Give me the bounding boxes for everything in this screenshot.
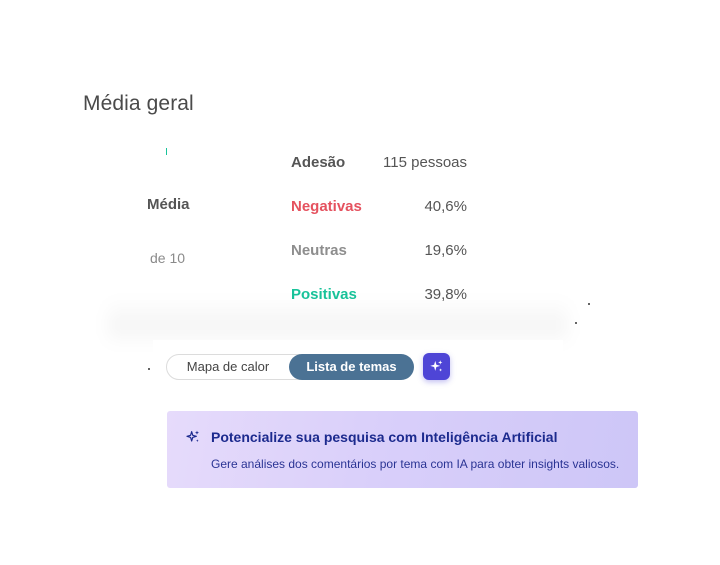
sparkles-icon bbox=[430, 360, 443, 372]
sparkles-icon bbox=[186, 430, 199, 442]
decor-dot bbox=[148, 368, 150, 370]
score-scale: de 10 bbox=[150, 250, 186, 266]
score-label: Média bbox=[147, 196, 190, 213]
ai-button[interactable] bbox=[423, 353, 450, 380]
decor-dot bbox=[575, 322, 577, 324]
section-title: Média geral bbox=[83, 92, 194, 115]
stat-row-negativas: Negativas 40,6% bbox=[291, 196, 467, 216]
toggle-option-heatmap[interactable]: Mapa de calor bbox=[167, 354, 289, 380]
ai-banner-title: Potencialize sua pesquisa com Inteligênc… bbox=[211, 429, 558, 445]
stat-row-neutras: Neutras 19,6% bbox=[291, 240, 467, 260]
stat-name: Neutras bbox=[291, 241, 347, 259]
stat-name: Adesão bbox=[291, 153, 346, 171]
card-shadow bbox=[108, 298, 568, 346]
ai-promo-banner: Potencialize sua pesquisa com Inteligênc… bbox=[167, 411, 638, 488]
stat-row-adesao: Adesão 115 pessoas bbox=[291, 152, 467, 172]
stat-name: Negativas bbox=[291, 197, 362, 215]
stat-value: 19,6% bbox=[424, 241, 467, 259]
score-gauge-mark bbox=[166, 148, 167, 155]
toggle-option-themes-list[interactable]: Lista de temas bbox=[289, 354, 414, 380]
stat-value: 40,6% bbox=[424, 197, 467, 215]
stat-value: 115 pessoas bbox=[383, 153, 467, 171]
view-toggle: Mapa de calor Lista de temas bbox=[166, 354, 414, 380]
decor-dot bbox=[588, 303, 590, 305]
ai-banner-text: Gere análises dos comentários por tema c… bbox=[211, 457, 620, 471]
